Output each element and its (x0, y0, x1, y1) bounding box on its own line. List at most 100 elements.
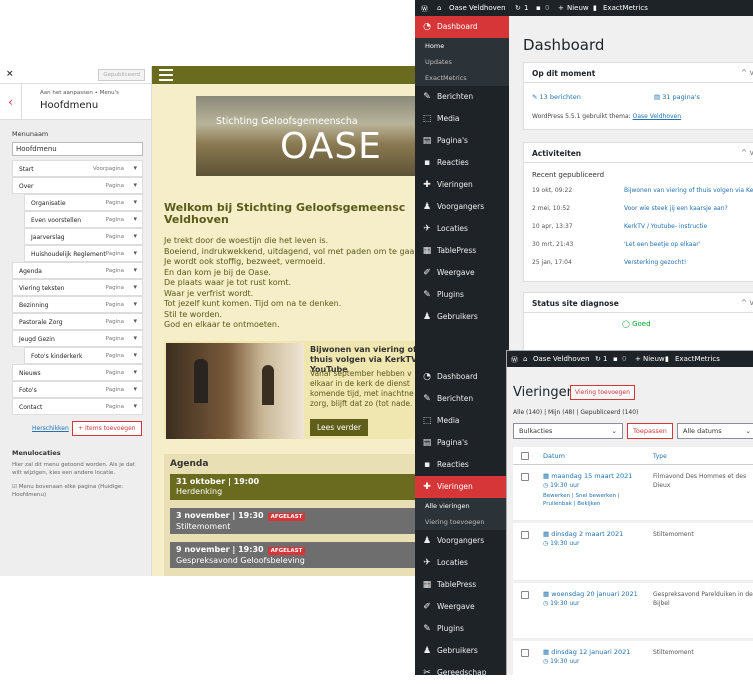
sidebar-item[interactable]: ✚ Vieringen (415, 174, 509, 196)
submenu-item[interactable]: Home (415, 38, 509, 54)
menu-item[interactable]: Agenda Pagina ▾ (12, 262, 143, 279)
theme-link[interactable]: Oase Veldhoven (633, 113, 681, 120)
chevron-down-icon[interactable]: ▾ (133, 368, 137, 376)
sidebar-item[interactable]: ✐ Weergave (415, 262, 509, 284)
menu-item[interactable]: Foto's kinderkerk Pagina ▾ (24, 347, 143, 364)
reorder-link[interactable]: Herschikken (32, 425, 69, 432)
site-name-link[interactable]: Oase Veldhoven (449, 4, 506, 12)
apply-button[interactable]: Toepassen (627, 423, 673, 439)
sidebar-item[interactable]: ✈ Locaties (415, 552, 507, 574)
exactmetrics-link[interactable]: ExactMetrics (603, 4, 648, 12)
comments-icon[interactable]: ▪ (536, 4, 541, 12)
menu-item[interactable]: Viering teksten Pagina ▾ (12, 279, 143, 296)
exactmetrics-link[interactable]: ExactMetrics (675, 355, 720, 363)
wordpress-logo-icon[interactable]: Ⓦ (421, 4, 428, 14)
sidebar-item[interactable]: ♟ Voorgangers (415, 530, 507, 552)
sidebar-item[interactable]: ▤ Pagina's (415, 432, 507, 454)
collapse-arrows-icon[interactable]: ^ v (741, 298, 753, 307)
close-icon[interactable]: × (6, 69, 14, 79)
chevron-down-icon[interactable]: ▾ (133, 317, 137, 325)
sidebar-item[interactable]: ✎ Plugins (415, 284, 509, 306)
submenu-item[interactable]: ExactMetrics (415, 70, 509, 86)
chevron-down-icon[interactable]: ▾ (133, 402, 137, 410)
sidebar-item[interactable]: ♟ Gebruikers (415, 640, 507, 662)
agenda-event[interactable]: 3 november | 19:30 AFGELAST Stiltemoment (170, 508, 421, 534)
news-photo[interactable] (166, 343, 304, 439)
sidebar-item[interactable]: ⬚ Media (415, 410, 507, 432)
row-actions[interactable]: Bewerken | Snel bewerken | Prullenbak | … (543, 492, 643, 508)
sidebar-item[interactable]: ✚ Vieringen (415, 476, 507, 498)
publish-button[interactable]: Gepubliceerd (98, 69, 145, 81)
hamburger-menu-icon[interactable] (159, 69, 173, 81)
chevron-down-icon[interactable]: ▾ (133, 232, 137, 240)
chevron-down-icon[interactable]: ▾ (133, 181, 137, 189)
pages-count-link[interactable]: ▤ 31 pagina's (654, 93, 700, 101)
comments-icon[interactable]: ▪ (613, 355, 618, 363)
activity-post-link[interactable]: Bijwonen van viering of thuis volgen via… (624, 187, 753, 194)
activity-post-link[interactable]: KerkTV / Youtube- instructie (624, 223, 753, 230)
site-name-link[interactable]: Oase Veldhoven (533, 355, 590, 363)
date-filter-select[interactable]: Alle datums ⌄ (677, 423, 753, 439)
updates-icon[interactable]: ↻ (515, 4, 521, 12)
row-checkbox[interactable] (521, 473, 529, 481)
agenda-event[interactable]: 9 november | 19:30 AFGELAST Gespreksavond … (170, 542, 421, 568)
sidebar-item[interactable]: ✐ Weergave (415, 596, 507, 618)
menu-item[interactable]: Contact Pagina ▾ (12, 398, 143, 415)
row-checkbox[interactable] (521, 531, 529, 539)
table-row[interactable]: ▦ maandag 15 maart 2021 ◷ 19:30 uur Filmav… (513, 465, 753, 521)
table-row[interactable]: ▦ dinsdag 12 januari 2021 ◷ 19:30 uur Stil… (513, 641, 753, 675)
chevron-down-icon[interactable]: ▾ (133, 164, 137, 172)
chevron-down-icon[interactable]: ▾ (133, 266, 137, 274)
menu-item[interactable]: Start Voorpagina ▾ (12, 160, 143, 177)
add-viering-button[interactable]: Viering toevoegen (570, 385, 635, 400)
menu-item[interactable]: Organisatie Pagina ▾ (24, 194, 143, 211)
sidebar-item[interactable]: ▪ Reacties (415, 454, 507, 476)
sidebar-item[interactable]: ◔ Dashboard (415, 366, 507, 388)
read-more-button[interactable]: Lees verder (310, 419, 369, 436)
collapse-arrows-icon[interactable]: ^ v (741, 68, 753, 77)
sidebar-item[interactable]: ▦ TablePress (415, 574, 507, 596)
sidebar-item[interactable]: ✈ Locaties (415, 218, 509, 240)
table-row[interactable]: ▦ dinsdag 2 maart 2021 ◷ 19:30 uur Stiltem… (513, 523, 753, 581)
submenu-item[interactable]: Updates (415, 54, 509, 70)
sidebar-item[interactable]: ✂ Gereedschap (415, 662, 507, 684)
bulk-actions-select[interactable]: Bulkacties ⌄ (513, 423, 623, 439)
chevron-down-icon[interactable]: ▾ (133, 198, 137, 206)
sidebar-item[interactable]: ▦ TablePress (415, 240, 509, 262)
status-filters[interactable]: Alle (140) | Mijn (48) | Gepubliceerd (1… (513, 409, 638, 416)
sidebar-item[interactable]: ♟ Gebruikers (415, 306, 509, 328)
activity-post-link[interactable]: 'Let een beetje op elkaar' (624, 241, 753, 248)
row-checkbox[interactable] (521, 591, 529, 599)
menu-item[interactable]: Over Pagina ▾ (12, 177, 143, 194)
menu-item[interactable]: Foto's Pagina ▾ (12, 381, 143, 398)
chevron-down-icon[interactable]: ▾ (133, 351, 137, 359)
activity-post-link[interactable]: Voor wie steek jij een kaarsje aan? (624, 205, 753, 212)
select-all-checkbox[interactable] (521, 452, 529, 460)
chevron-down-icon[interactable]: ▾ (133, 215, 137, 223)
menu-item[interactable]: Even voorstellen Pagina ▾ (24, 211, 143, 228)
row-checkbox[interactable] (521, 649, 529, 657)
sidebar-item[interactable]: ♟ Voorgangers (415, 196, 509, 218)
menu-name-input[interactable]: Hoofdmenu (12, 142, 143, 156)
chevron-down-icon[interactable]: ▾ (133, 334, 137, 342)
wordpress-logo-icon[interactable]: Ⓦ (511, 355, 518, 365)
chevron-down-icon[interactable]: ▾ (133, 249, 137, 257)
col-date[interactable]: Datum (543, 452, 565, 460)
menu-item[interactable]: Huishoudelijk Reglement Pagina ▾ (24, 245, 143, 262)
sidebar-item[interactable]: ⬚ Media (415, 108, 509, 130)
menu-item[interactable]: Bezinning Pagina ▾ (12, 296, 143, 313)
sidebar-item[interactable]: ✎ Plugins (415, 618, 507, 640)
chevron-down-icon[interactable]: ▾ (133, 283, 137, 291)
chevron-down-icon[interactable]: ▾ (133, 300, 137, 308)
agenda-event[interactable]: 31 oktober | 19:00 Herdenking (170, 474, 421, 500)
new-icon[interactable]: + (558, 4, 564, 12)
viering-date-link[interactable]: ▦ dinsdag 12 januari 2021 (543, 648, 630, 656)
new-icon[interactable]: + (635, 355, 641, 363)
menu-item[interactable]: Jeugd Gezin Pagina ▾ (12, 330, 143, 347)
activity-post-link[interactable]: Versterking gezocht! (624, 259, 753, 266)
back-chevron-icon[interactable]: ‹ (0, 84, 22, 120)
viering-date-link[interactable]: ▦ dinsdag 2 maart 2021 (543, 530, 623, 538)
location-checkbox[interactable]: ☑ Menu bovenaan elke pagina (Huidige: Ho… (12, 483, 143, 499)
collapse-arrows-icon[interactable]: ^ v (741, 148, 753, 157)
sidebar-item[interactable]: ✎ Berichten (415, 388, 507, 410)
